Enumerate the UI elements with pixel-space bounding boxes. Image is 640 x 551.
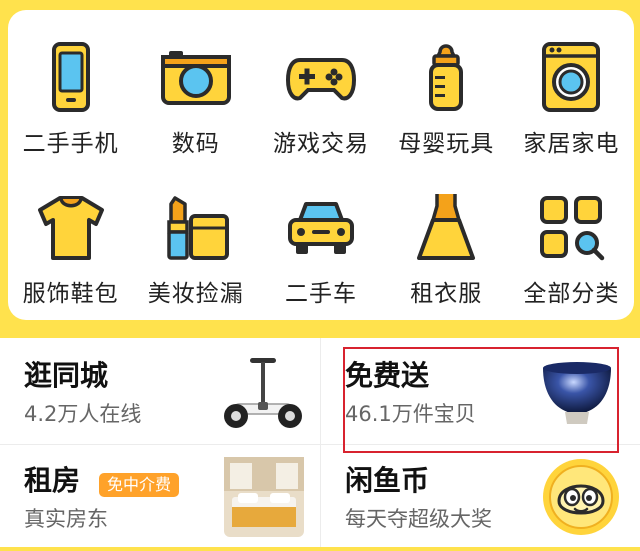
category-card: 二手手机 数码 游戏交易 母婴玩具 家居家电 服饰鞋包 美妆捡漏 二手车 租衣服… (8, 10, 634, 320)
service-subtitle: 每天夺超级大奖 (345, 507, 492, 531)
gamepad-icon (284, 40, 358, 114)
service-subtitle: 4.2万人在线 (24, 402, 142, 426)
service-title: 闲鱼币 (345, 464, 430, 497)
bedroom-image (224, 457, 304, 537)
category-label: 二手车 (284, 281, 357, 307)
dress-icon (409, 190, 483, 264)
category-rent-clothes[interactable]: 租衣服 (384, 160, 509, 310)
category-label: 租衣服 (410, 281, 483, 307)
category-used-cars[interactable]: 二手车 (258, 160, 383, 310)
all-categories-icon (534, 190, 608, 264)
tshirt-icon (34, 190, 108, 264)
category-all[interactable]: 全部分类 (509, 160, 634, 310)
category-beauty[interactable]: 美妆捡漏 (133, 160, 258, 310)
category-label: 家居家电 (523, 131, 620, 157)
makeup-icon (159, 190, 233, 264)
camera-icon (159, 40, 233, 114)
car-icon (284, 190, 358, 264)
service-title: 逛同城 (24, 359, 109, 392)
category-label: 母婴玩具 (398, 131, 495, 157)
service-title: 租房 (24, 464, 81, 497)
category-label: 数码 (171, 131, 220, 157)
category-label: 二手手机 (22, 131, 119, 157)
no-agent-fee-badge: 免中介费 (99, 473, 180, 497)
category-label: 服饰鞋包 (22, 281, 119, 307)
washing-machine-icon (534, 40, 608, 114)
scooter-image (224, 358, 302, 428)
service-subtitle: 真实房东 (24, 507, 108, 531)
category-phones[interactable]: 二手手机 (8, 10, 133, 160)
category-label: 美妆捡漏 (147, 281, 244, 307)
baby-bottle-icon (409, 40, 483, 114)
fish-coin-card[interactable]: 闲鱼币 每天夺超级大奖 (321, 445, 640, 551)
fish-coin-icon (543, 459, 619, 535)
category-label: 游戏交易 (272, 131, 369, 157)
category-digital[interactable]: 数码 (133, 10, 258, 160)
category-games[interactable]: 游戏交易 (258, 10, 383, 160)
phone-icon (34, 40, 108, 114)
category-home-appliances[interactable]: 家居家电 (509, 10, 634, 160)
category-baby-toys[interactable]: 母婴玩具 (384, 10, 509, 160)
selection-highlight (343, 347, 619, 453)
category-grid: 二手手机 数码 游戏交易 母婴玩具 家居家电 服饰鞋包 美妆捡漏 二手车 租衣服… (8, 10, 634, 320)
rental-housing-card[interactable]: 租房 真实房东 (0, 445, 320, 551)
category-label: 全部分类 (523, 281, 620, 307)
local-service-card[interactable]: 逛同城 4.2万人在线 (0, 338, 320, 444)
category-apparel[interactable]: 服饰鞋包 (8, 160, 133, 310)
